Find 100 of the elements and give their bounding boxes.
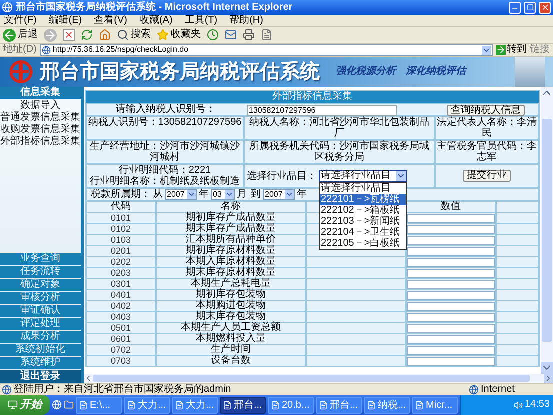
module-button[interactable]: 确定对象 xyxy=(0,279,81,291)
taskbar-button[interactable]: 邢台... xyxy=(316,396,362,414)
scroll-down-icon[interactable] xyxy=(541,362,553,374)
mail-icon[interactable] xyxy=(225,29,237,41)
dropdown-option[interactable]: 222103－>新闻纸 xyxy=(320,216,406,227)
volume-icon[interactable] xyxy=(514,400,523,410)
menu-item[interactable]: 查看(V) xyxy=(94,14,128,26)
module-button[interactable]: 任务流转 xyxy=(0,266,81,278)
value-input-field[interactable] xyxy=(407,258,495,266)
taskbar-button[interactable]: 大力... xyxy=(124,396,170,414)
year-select[interactable]: 2007 xyxy=(165,189,197,200)
code-cell: 0203 xyxy=(86,267,156,279)
maximize-button[interactable] xyxy=(524,2,536,14)
horizontal-scrollbar[interactable] xyxy=(84,374,553,383)
dropdown-arrow-icon[interactable] xyxy=(482,46,491,54)
indicator-name-cell: 期初库存产成品数量 xyxy=(156,212,306,224)
scroll-left-icon[interactable] xyxy=(84,374,93,383)
code-cell: 0501 xyxy=(86,322,156,334)
month-select[interactable]: 03 xyxy=(211,189,235,200)
back-button[interactable]: 后退 xyxy=(3,28,38,42)
value-input-field[interactable] xyxy=(407,334,495,344)
indicator-name-cell: 本期燃料投入量 xyxy=(156,333,306,345)
links-label[interactable]: 链接 xyxy=(530,44,550,56)
logout-button[interactable]: 退出登录 xyxy=(0,370,81,383)
taskbar-button[interactable]: 大力... xyxy=(172,396,218,414)
menu-item[interactable]: 文件(F) xyxy=(4,14,37,26)
module-button[interactable]: 系统维护 xyxy=(0,357,81,369)
history-icon[interactable] xyxy=(207,29,219,41)
value-input-field[interactable] xyxy=(407,302,495,310)
value-input-field[interactable] xyxy=(407,214,495,222)
favorites-button[interactable]: 收藏夹 xyxy=(157,29,201,41)
forward-icon[interactable] xyxy=(44,28,57,42)
sidebar-section-header: 信息采集 xyxy=(0,87,81,99)
dropdown-option[interactable]: 222105－>白板纸 xyxy=(320,238,406,249)
quick-launch-icon[interactable] xyxy=(64,400,74,410)
taskbar-button[interactable]: 邢台... xyxy=(220,396,266,414)
module-button[interactable]: 成果分析 xyxy=(0,331,81,343)
sidebar-item[interactable]: 外部指标信息采集 xyxy=(0,136,80,148)
value-input-field[interactable] xyxy=(407,290,495,300)
indicator-name-cell: 生产时间 xyxy=(156,344,306,356)
taskbar-button[interactable]: Micr... xyxy=(412,396,458,414)
indicator-name-cell: 设备台数 xyxy=(156,355,306,367)
year-select[interactable]: 2007 xyxy=(263,189,295,200)
dropdown-option[interactable]: 222101－>瓦楞纸 xyxy=(320,194,406,205)
value-input-field[interactable] xyxy=(407,356,495,366)
close-button[interactable] xyxy=(539,2,551,14)
print-icon[interactable] xyxy=(243,29,255,41)
scrollbar-thumb[interactable] xyxy=(542,119,552,342)
module-button[interactable]: 业务查询 xyxy=(0,253,81,265)
value-input-field[interactable] xyxy=(407,236,495,244)
value-input-field[interactable] xyxy=(407,246,495,256)
taskbar-button[interactable]: E:\... xyxy=(76,396,122,414)
home-icon[interactable] xyxy=(99,29,111,41)
value-input-field[interactable] xyxy=(407,268,495,278)
edit-icon[interactable] xyxy=(261,29,273,41)
value-input-field[interactable] xyxy=(407,224,495,234)
vertical-scrollbar[interactable] xyxy=(541,87,553,374)
sidebar-item[interactable]: 收购发票信息采集 xyxy=(0,124,80,136)
dropdown-option[interactable]: 222104－>卫生纸 xyxy=(320,227,406,238)
scroll-right-icon[interactable] xyxy=(544,374,553,383)
module-button[interactable]: 审核分析 xyxy=(0,292,81,304)
value-input-field[interactable] xyxy=(407,312,495,322)
dropdown-arrow-icon xyxy=(285,190,294,199)
category-select[interactable]: 请选择行业品目 xyxy=(319,170,407,182)
taskbar-button[interactable]: 20.b... xyxy=(268,396,314,414)
module-button[interactable]: 评定处理 xyxy=(0,318,81,330)
industry-name-text: 行业明细名称：机制纸及纸板制造 xyxy=(90,176,240,187)
menu-item[interactable]: 工具(T) xyxy=(184,14,218,26)
address-field[interactable]: http://75.36.16.25/nspg/checkLogin.do xyxy=(40,44,493,56)
menu-item[interactable]: 收藏(A) xyxy=(139,14,173,26)
query-taxpayer-button[interactable]: 查询纳税人信息 xyxy=(447,105,525,116)
period-from-text: 从 xyxy=(153,189,163,200)
module-button[interactable]: 系统初始化 xyxy=(0,344,81,356)
menu-item[interactable]: 编辑(E) xyxy=(48,14,82,26)
dropdown-option[interactable]: 请选择行业品目 xyxy=(320,183,406,194)
go-button[interactable]: 转到 xyxy=(496,44,527,56)
value-input-field[interactable] xyxy=(407,280,495,288)
menu-item[interactable]: 帮助(H) xyxy=(230,14,264,26)
value-input-field[interactable] xyxy=(407,324,495,332)
dropdown-arrow-icon xyxy=(396,171,406,181)
taxpayer-id-field[interactable]: 130582107297596 xyxy=(247,105,397,116)
code-cell: 0403 xyxy=(86,311,156,323)
dropdown-option[interactable]: 222102－>箱板纸 xyxy=(320,205,406,216)
minimize-button[interactable] xyxy=(509,2,521,14)
refresh-icon[interactable] xyxy=(81,29,93,41)
sidebar-item[interactable]: 普通发票信息采集 xyxy=(0,112,80,124)
scrollbar-thumb[interactable] xyxy=(93,375,530,382)
submit-industry-button[interactable]: 提交行业 xyxy=(463,170,511,182)
stop-icon[interactable] xyxy=(63,29,75,41)
indicator-name-cell: 期初库存包装物 xyxy=(156,289,306,301)
sidebar-item[interactable]: 数据导入 xyxy=(20,100,60,112)
start-button[interactable]: 开始 xyxy=(0,395,50,415)
tax-emblem-logo xyxy=(8,60,34,84)
dropdown-arrow-icon xyxy=(187,190,196,199)
value-input-field[interactable] xyxy=(407,346,495,354)
module-button[interactable]: 审证确认 xyxy=(0,305,81,317)
taskbar-button[interactable]: 纳税... xyxy=(364,396,410,414)
search-button[interactable]: 搜索 xyxy=(117,29,151,41)
zone-text: Internet xyxy=(481,384,516,395)
document-icon xyxy=(127,400,136,410)
